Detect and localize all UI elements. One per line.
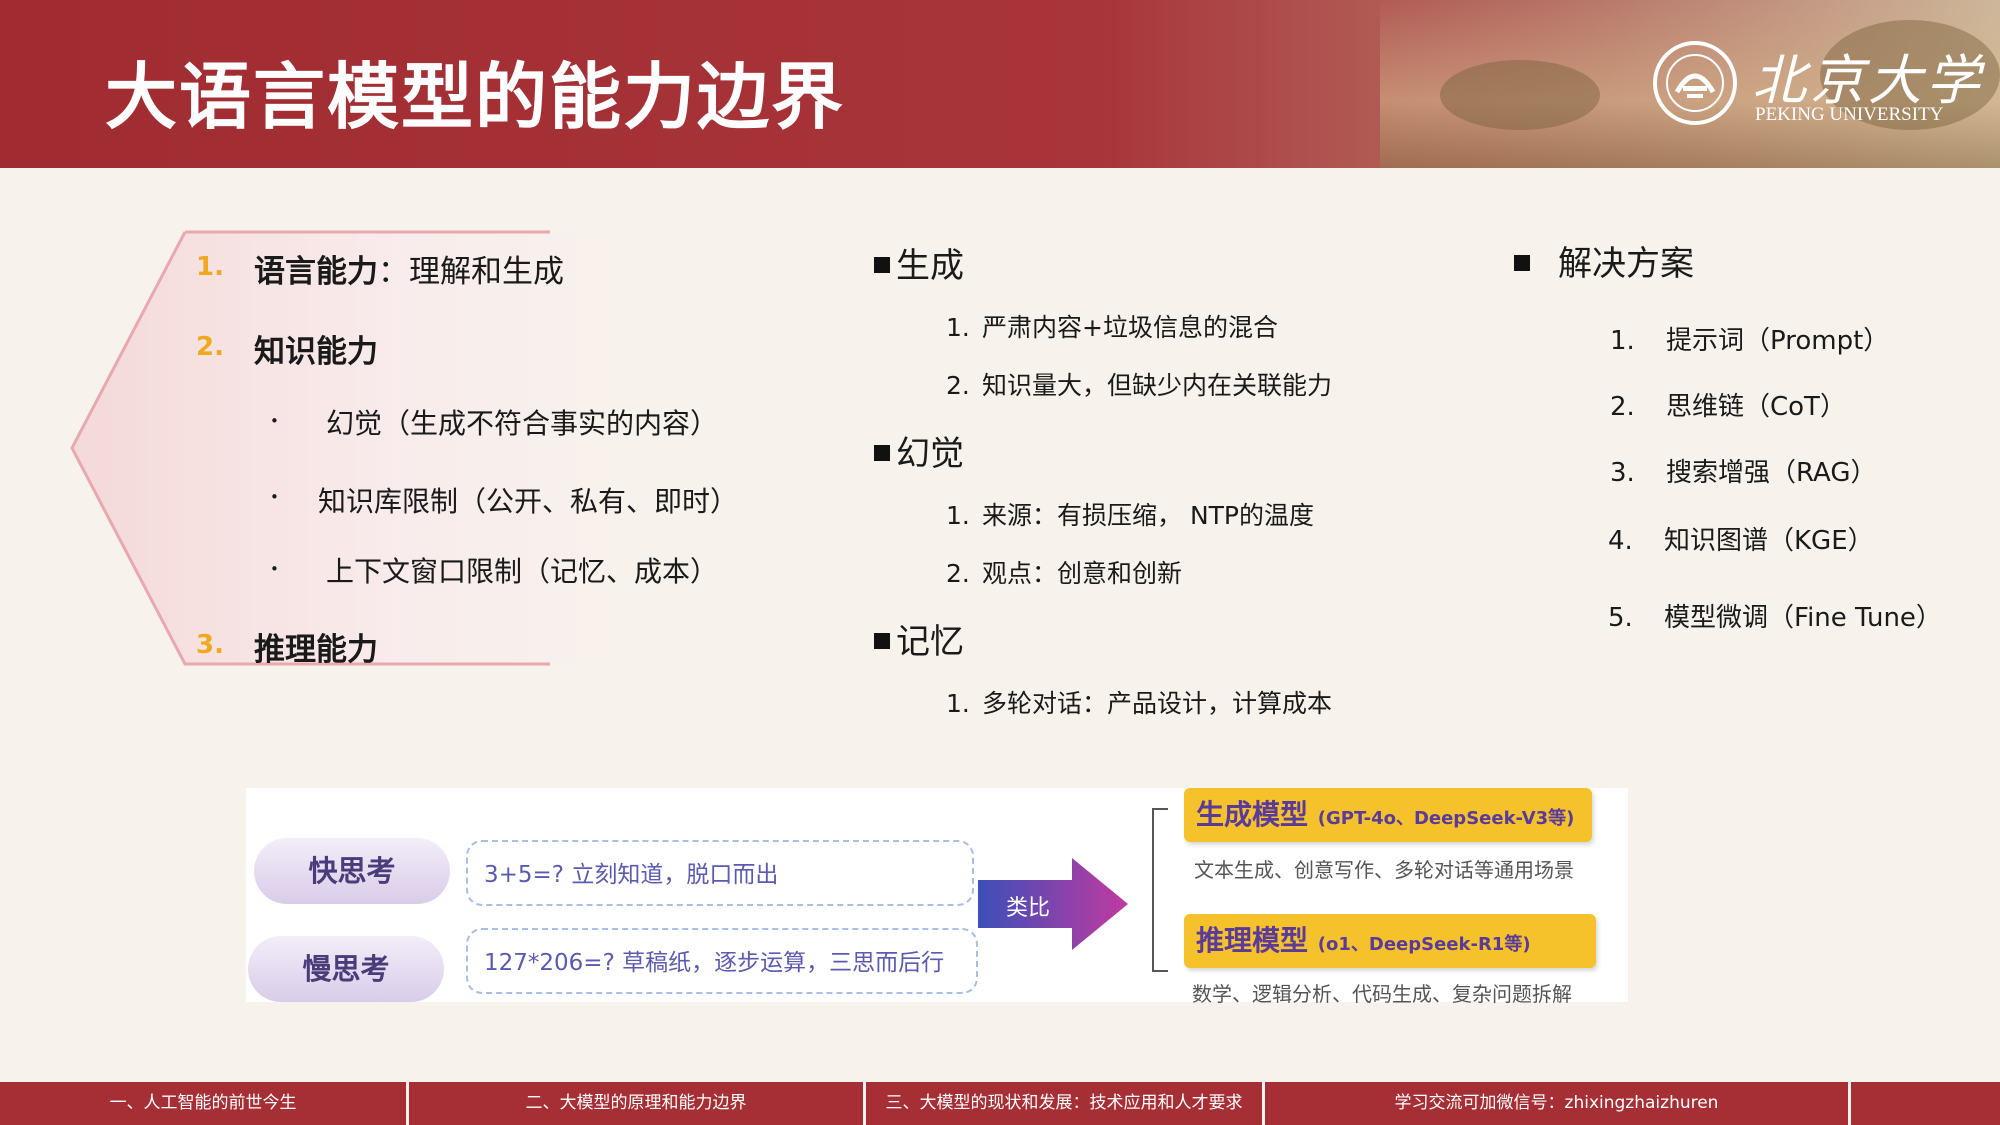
footer-bar: 一、人工智能的前世今生 二、大模型的原理和能力边界 三、大模型的现状和发展：技术… xyxy=(0,1082,2000,1125)
square-bullet-icon xyxy=(874,444,890,461)
item-number: 3. xyxy=(196,630,224,660)
footer-section-1[interactable]: 一、人工智能的前世今生 xyxy=(0,1082,406,1125)
item-number: 1. xyxy=(196,252,224,282)
footer-section-2[interactable]: 二、大模型的原理和能力边界 xyxy=(409,1082,863,1125)
footer-section-4[interactable]: 学习交流可加微信号：zhixingzhaizhuren xyxy=(1265,1082,1848,1125)
capability-knowledge: 知识能力 xyxy=(254,334,378,370)
square-bullet-icon xyxy=(1514,254,1530,271)
square-bullet-icon xyxy=(874,256,890,273)
section-heading: 生成 xyxy=(874,238,964,287)
list-item: 2. 知识量大，但缺少内在关联能力 xyxy=(946,371,1333,400)
bullet-text: 上下文窗口限制（记忆、成本） xyxy=(326,555,719,588)
capability-subtitle: ：理解和生成 xyxy=(378,254,564,290)
bullet-dot: • xyxy=(270,488,279,506)
slow-thinking-example: 127*206=? 草稿纸，逐步运算，三思而后行 xyxy=(466,928,978,994)
reasoning-model-desc: 数学、逻辑分析、代码生成、复杂问题拆解 xyxy=(1192,982,1572,1006)
capability-panel xyxy=(70,230,670,666)
logo-en: PEKING UNIVERSITY xyxy=(1755,104,1944,125)
bullet-dot: • xyxy=(270,560,279,578)
bullet-text: 知识库限制（公开、私有、即时） xyxy=(318,485,739,518)
solution-item: 4. 知识图谱（KGE） xyxy=(1608,526,1874,556)
solutions-heading: 解决方案 xyxy=(1514,236,1694,285)
list-item: 1. 严肃内容+垃圾信息的混合 xyxy=(946,313,1278,342)
solution-item: 3. 搜索增强（RAG） xyxy=(1610,458,1877,488)
slow-thinking-label: 慢思考 xyxy=(248,936,444,1002)
bullet-text: 幻觉（生成不符合事实的内容） xyxy=(326,407,719,440)
solution-item: 5. 模型微调（Fine Tune） xyxy=(1608,603,1942,633)
bullet-dot: • xyxy=(270,412,279,430)
peking-university-seal-icon xyxy=(1653,41,1737,125)
section-heading: 幻觉 xyxy=(874,426,964,475)
header-banner: 大语言模型的能力边界 北京大学 PEKING UNIVERSITY xyxy=(0,0,2000,168)
page-title: 大语言模型的能力边界 xyxy=(105,55,846,139)
list-item: 1. 来源：有损压缩， NTP的温度 xyxy=(946,501,1314,530)
footer-section-3[interactable]: 三、大模型的现状和发展：技术应用和人才要求 xyxy=(866,1082,1262,1125)
fast-thinking-label: 快思考 xyxy=(254,838,450,904)
generation-model-label: 生成模型 (GPT-4o、DeepSeek-V3等) xyxy=(1184,788,1592,842)
item-number: 2. xyxy=(196,332,224,362)
fast-thinking-example: 3+5=? 立刻知道，脱口而出 xyxy=(466,840,974,906)
square-bullet-icon xyxy=(874,632,890,649)
capability-reasoning: 推理能力 xyxy=(254,632,378,668)
reasoning-model-label: 推理模型 (o1、DeepSeek-R1等) xyxy=(1184,914,1596,968)
tree-silhouette xyxy=(1440,60,1600,130)
list-item: 2. 观点：创意和创新 xyxy=(946,559,1183,588)
analogy-label: 类比 xyxy=(1006,896,1051,921)
bracket xyxy=(1152,808,1168,972)
capability-title: 语言能力 xyxy=(254,254,378,290)
pentagon-frame xyxy=(70,230,670,666)
solution-item: 2. 思维链（CoT） xyxy=(1610,392,1846,422)
footer-divider xyxy=(1848,1082,1851,1125)
generation-model-desc: 文本生成、创意写作、多轮对话等通用场景 xyxy=(1194,858,1574,882)
capability-language: 语言能力：理解和生成 xyxy=(254,246,564,291)
solution-item: 1. 提示词（Prompt） xyxy=(1610,326,1890,356)
section-heading: 记忆 xyxy=(874,614,964,663)
thinking-figure: 快思考 慢思考 3+5=? 立刻知道，脱口而出 127*206=? 草稿纸，逐步… xyxy=(246,788,1628,1006)
right-arrow-icon xyxy=(978,858,1128,950)
list-item: 1. 多轮对话：产品设计，计算成本 xyxy=(946,689,1333,718)
